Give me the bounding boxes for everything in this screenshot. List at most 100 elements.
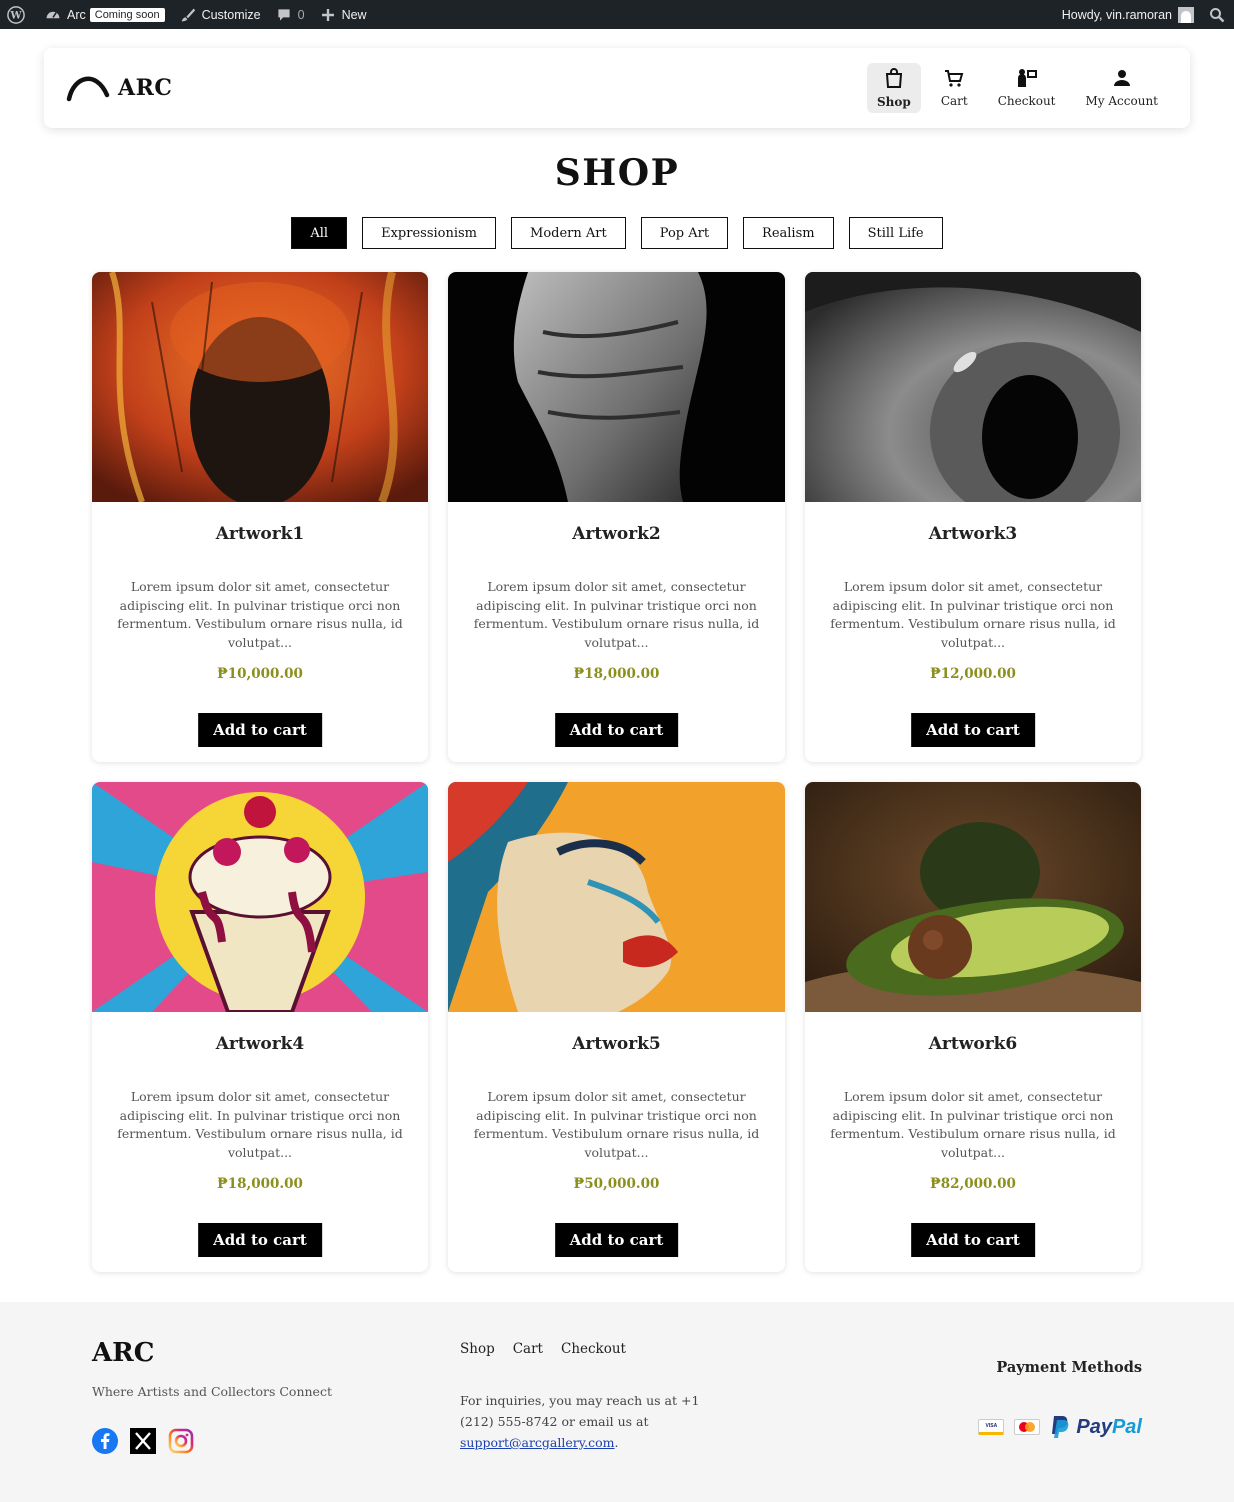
site-header: ARC Shop Cart Checkout My Account — [44, 48, 1190, 128]
footer-link-shop[interactable]: Shop — [460, 1341, 495, 1357]
product-image[interactable] — [805, 782, 1141, 1012]
visa-label: VISA — [985, 1423, 998, 1429]
product-title[interactable]: Artwork3 — [805, 524, 1141, 544]
site-name: Arc — [67, 7, 86, 22]
filter-still-life[interactable]: Still Life — [848, 217, 943, 249]
product-title[interactable]: Artwork2 — [448, 524, 785, 544]
product-description: Lorem ipsum dolor sit amet, consectetur … — [117, 1089, 403, 1160]
filter-all[interactable]: All — [291, 217, 348, 249]
product-card: Artwork6 Lorem ipsum dolor sit amet, con… — [805, 782, 1141, 1272]
comments-link[interactable]: 0 — [268, 0, 312, 29]
admin-search-button[interactable] — [1201, 0, 1234, 29]
user-icon — [1112, 68, 1132, 94]
coming-soon-badge[interactable]: Coming soon — [89, 7, 165, 22]
product-price: ₱18,000.00 — [573, 666, 660, 682]
nav-checkout[interactable]: Checkout — [988, 63, 1066, 113]
facebook-icon[interactable] — [92, 1428, 118, 1458]
search-icon — [1208, 6, 1226, 24]
product-grid: Artwork1 Lorem ipsum dolor sit amet, con… — [92, 272, 1142, 1272]
nav-shop[interactable]: Shop — [867, 63, 921, 113]
product-price: ₱82,000.00 — [930, 1176, 1016, 1192]
x-twitter-icon[interactable] — [130, 1428, 156, 1458]
add-to-cart-button[interactable]: Add to cart — [198, 713, 322, 747]
filter-modern-art[interactable]: Modern Art — [511, 217, 626, 249]
product-description: Lorem ipsum dolor sit amet, consectetur … — [473, 1089, 760, 1160]
site-name-link[interactable]: Arc Coming soon — [37, 0, 172, 29]
add-to-cart-button[interactable]: Add to cart — [198, 1223, 322, 1257]
payment-methods: VISA Pay Pal — [978, 1415, 1142, 1439]
add-to-cart-button[interactable]: Add to cart — [554, 713, 679, 747]
footer-contact: For inquiries, you may reach us at +1 (2… — [460, 1390, 700, 1453]
avatar — [1178, 6, 1194, 23]
product-image[interactable] — [448, 272, 785, 502]
logo-text: ARC — [118, 75, 173, 101]
customize-link[interactable]: Customize — [172, 0, 268, 29]
nav-cart-label: Cart — [940, 94, 968, 108]
filter-realism[interactable]: Realism — [743, 217, 834, 249]
instagram-icon[interactable] — [168, 1428, 194, 1458]
product-image[interactable] — [448, 782, 785, 1012]
product-description: Lorem ipsum dolor sit amet, consectetur … — [830, 1089, 1116, 1160]
account-menu[interactable]: Howdy, vin.ramoran — [1055, 0, 1201, 29]
support-email-link[interactable]: support@arcgallery.com — [460, 1435, 615, 1450]
dashboard-icon — [44, 6, 62, 24]
product-card: Artwork3 Lorem ipsum dolor sit amet, con… — [805, 272, 1141, 762]
add-to-cart-button[interactable]: Add to cart — [911, 713, 1035, 747]
nav-shop-label: Shop — [877, 95, 911, 109]
product-card: Artwork4 Lorem ipsum dolor sit amet, con… — [92, 782, 428, 1272]
product-price: ₱12,000.00 — [930, 666, 1016, 682]
nav-my-account[interactable]: My Account — [1076, 63, 1169, 113]
filter-expressionism[interactable]: Expressionism — [362, 217, 497, 249]
product-card: Artwork2 Lorem ipsum dolor sit amet, con… — [448, 272, 785, 762]
paypal-logo: Pay Pal — [1050, 1415, 1142, 1439]
add-to-cart-button[interactable]: Add to cart — [911, 1223, 1035, 1257]
product-description: Lorem ipsum dolor sit amet, consectetur … — [117, 579, 403, 650]
footer-links: Shop Cart Checkout — [460, 1341, 626, 1357]
plus-icon — [319, 6, 337, 24]
wordpress-icon: W — [7, 5, 25, 24]
contact-text: For inquiries, you may reach us at +1 (2… — [460, 1393, 700, 1429]
comment-icon — [275, 6, 293, 24]
social-links — [92, 1428, 194, 1458]
brush-icon — [179, 6, 197, 24]
visa-icon: VISA — [978, 1419, 1005, 1435]
product-card: Artwork5 Lorem ipsum dolor sit amet, con… — [448, 782, 785, 1272]
new-label: New — [341, 7, 367, 22]
shopping-bag-icon — [883, 67, 905, 95]
new-content-link[interactable]: New — [312, 0, 374, 29]
comments-count: 0 — [297, 7, 305, 22]
product-price: ₱18,000.00 — [217, 1176, 303, 1192]
footer-tagline: Where Artists and Collectors Connect — [92, 1384, 332, 1399]
filter-pop-art[interactable]: Pop Art — [640, 217, 729, 249]
admin-bar: W Arc Coming soon Customize 0 New Howdy,… — [0, 0, 1234, 29]
product-description: Lorem ipsum dolor sit amet, consectetur … — [473, 579, 760, 650]
add-to-cart-button[interactable]: Add to cart — [554, 1223, 679, 1257]
site-footer: ARC Where Artists and Collectors Connect… — [0, 1302, 1234, 1502]
product-image[interactable] — [92, 782, 428, 1012]
howdy-text: Howdy, vin.ramoran — [1061, 7, 1172, 22]
product-title[interactable]: Artwork4 — [92, 1034, 428, 1054]
footer-link-cart[interactable]: Cart — [513, 1341, 543, 1357]
product-title[interactable]: Artwork1 — [92, 524, 428, 544]
wordpress-logo-button[interactable]: W — [0, 0, 37, 29]
footer-link-checkout[interactable]: Checkout — [561, 1341, 626, 1357]
svg-text:W: W — [9, 10, 22, 21]
product-price: ₱50,000.00 — [573, 1176, 660, 1192]
main-nav: Shop Cart Checkout My Account — [857, 63, 1168, 113]
product-title[interactable]: Artwork6 — [805, 1034, 1141, 1054]
product-description: Lorem ipsum dolor sit amet, consectetur … — [830, 579, 1116, 650]
product-title[interactable]: Artwork5 — [448, 1034, 785, 1054]
product-card: Artwork1 Lorem ipsum dolor sit amet, con… — [92, 272, 428, 762]
product-image[interactable] — [92, 272, 428, 502]
nav-cart[interactable]: Cart — [931, 63, 978, 113]
paypal-text-pal: Pal — [1111, 1415, 1142, 1438]
site-logo[interactable]: ARC — [66, 70, 172, 106]
checkout-icon — [1016, 68, 1038, 94]
footer-logo[interactable]: ARC — [92, 1338, 154, 1368]
customize-label: Customize — [201, 7, 261, 22]
cart-icon — [944, 68, 964, 94]
nav-checkout-label: Checkout — [997, 94, 1056, 108]
product-price: ₱10,000.00 — [217, 666, 303, 682]
paypal-text-pay: Pay — [1076, 1415, 1112, 1438]
product-image[interactable] — [805, 272, 1141, 502]
